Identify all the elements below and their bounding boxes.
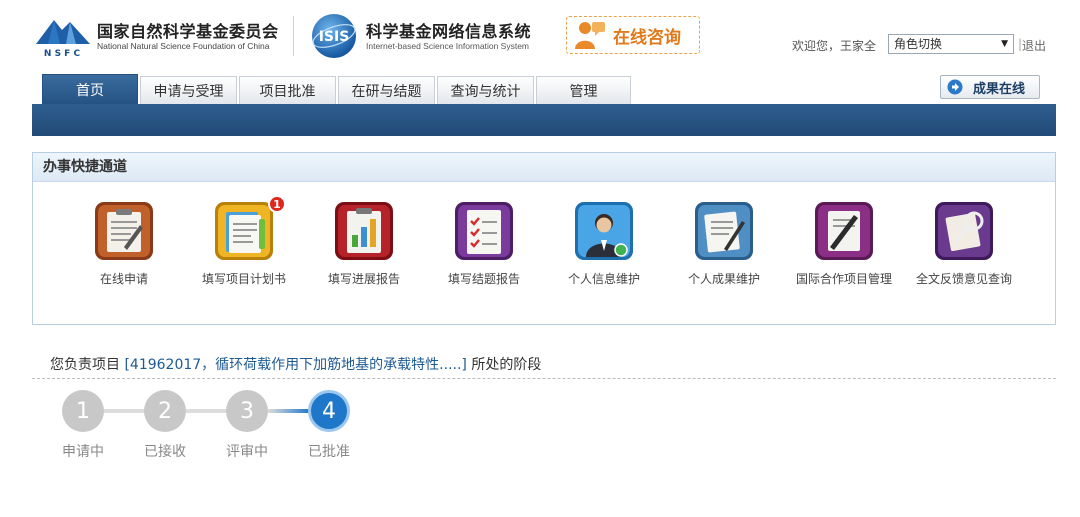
step-3-circle: 3 <box>226 390 268 432</box>
dropdown-arrow-icon: ▼ <box>1001 39 1008 49</box>
logout-link[interactable]: 退出 <box>1022 37 1046 54</box>
tab-manage[interactable]: 管理 <box>536 76 631 104</box>
quick-item-label: 填写结题报告 <box>447 272 520 286</box>
online-consult-label: 在线咨询 <box>613 27 681 48</box>
tab-home[interactable]: 首页 <box>42 74 138 104</box>
tab-label: 首页 <box>76 82 104 99</box>
project-plan-icon <box>215 202 273 260</box>
nav-bar <box>32 104 1056 136</box>
tab-ongoing[interactable]: 在研与结题 <box>338 76 435 104</box>
step-connector <box>104 409 146 413</box>
notification-badge: 1 <box>268 195 286 213</box>
tab-apply[interactable]: 申请与受理 <box>140 76 237 104</box>
step-connector <box>186 409 228 413</box>
feedback-query-icon <box>935 202 993 260</box>
online-consult-button[interactable]: 在线咨询 <box>566 16 700 54</box>
quick-item-label: 个人成果维护 <box>687 272 760 286</box>
isis-logo-text: ISIS <box>319 29 350 45</box>
step-2-label: 已接收 <box>144 444 186 460</box>
quick-item-intl-cooperation[interactable]: 国际合作项目管理 <box>784 201 904 291</box>
tab-approval[interactable]: 项目批准 <box>239 76 336 104</box>
achievement-online-button[interactable]: 成果在线 <box>940 75 1040 99</box>
personal-info-icon <box>575 202 633 260</box>
nsfc-name-cn: 国家自然科学基金委员会 <box>97 22 279 41</box>
stage-suffix: 所处的阶段 <box>466 357 542 373</box>
nsfc-name-en: National Natural Science Foundation of C… <box>97 41 270 51</box>
quick-access-title: 办事快捷通道 <box>33 153 1055 182</box>
role-switch-value: 角色切换 <box>894 37 943 51</box>
tab-label: 查询与统计 <box>450 83 521 100</box>
role-switch-select[interactable]: 角色切换 ▼ <box>888 34 1014 54</box>
tab-label: 项目批准 <box>259 83 316 100</box>
step-connector <box>268 409 310 413</box>
header-divider <box>293 16 294 56</box>
step-1-circle: 1 <box>62 390 104 432</box>
quick-item-label: 填写项目计划书 <box>201 272 286 286</box>
quick-item-label: 个人信息维护 <box>567 272 640 286</box>
progress-report-icon <box>335 202 393 260</box>
quick-item-personal-achievement[interactable]: 个人成果维护 <box>664 201 784 291</box>
nav-tabs: 首页 申请与受理 项目批准 在研与结题 查询与统计 管理 <box>42 74 633 104</box>
quick-item-label: 全文反馈意见查询 <box>915 272 1012 286</box>
header: N S F C 国家自然科学基金委员会 National Natural Sci… <box>0 0 1080 72</box>
quick-item-project-plan[interactable]: 1 填写项目计划书 <box>184 195 304 291</box>
intl-cooperation-icon <box>815 202 873 260</box>
quick-item-label: 在线申请 <box>99 272 148 286</box>
tab-label: 在研与结题 <box>351 83 422 100</box>
final-report-icon <box>455 202 513 260</box>
arrow-right-circle-icon <box>947 79 963 95</box>
stage-steps: 1 2 3 4 申请中 已接收 评审中 已批准 <box>0 388 420 468</box>
consultant-icon <box>575 22 605 49</box>
project-stage-text: 您负责项目 [41962017，循环荷载作用下加筋地基的承载特性.....] 所… <box>50 354 541 374</box>
quick-item-online-apply[interactable]: 在线申请 <box>64 201 184 291</box>
project-link[interactable]: [41962017，循环荷载作用下加筋地基的承载特性.....] <box>124 357 466 373</box>
isis-name-cn: 科学基金网络信息系统 <box>366 22 532 41</box>
tab-query[interactable]: 查询与统计 <box>437 76 534 104</box>
step-4-label: 已批准 <box>308 444 350 460</box>
step-2-circle: 2 <box>144 390 186 432</box>
nsfc-logo-text: N S F C <box>44 49 81 58</box>
quick-access-panel: 办事快捷通道 在线申请 1 填写项目计划书 填写进展报告 填写结题报告 个人信息… <box>32 152 1056 325</box>
quick-item-progress-report[interactable]: 填写进展报告 <box>304 201 424 291</box>
quick-item-personal-info[interactable]: 个人信息维护 <box>544 201 664 291</box>
step-4-circle: 4 <box>308 390 350 432</box>
quick-item-label: 国际合作项目管理 <box>795 272 892 286</box>
stage-divider <box>32 378 1056 379</box>
nsfc-logo-icon: N S F C <box>36 20 90 58</box>
step-1-label: 申请中 <box>62 444 104 460</box>
quick-item-label: 填写进展报告 <box>327 272 400 286</box>
stage-prefix: 您负责项目 <box>50 357 125 373</box>
quick-item-final-report[interactable]: 填写结题报告 <box>424 201 544 291</box>
achievement-online-label: 成果在线 <box>973 81 1026 97</box>
step-3-label: 评审中 <box>226 444 268 460</box>
quick-item-feedback-query[interactable]: 全文反馈意见查询 <box>904 201 1024 291</box>
isis-logo-icon: ISIS <box>312 14 356 58</box>
main-nav: 首页 申请与受理 项目批准 在研与结题 查询与统计 管理 成果在线 <box>0 72 1080 136</box>
personal-achievement-icon <box>695 202 753 260</box>
tab-label: 管理 <box>569 83 598 100</box>
tab-label: 申请与受理 <box>153 83 224 100</box>
welcome-text: 欢迎您，王家全 <box>792 39 877 53</box>
online-apply-icon <box>95 202 153 260</box>
isis-name-en: Internet-based Science Information Syste… <box>366 41 529 51</box>
